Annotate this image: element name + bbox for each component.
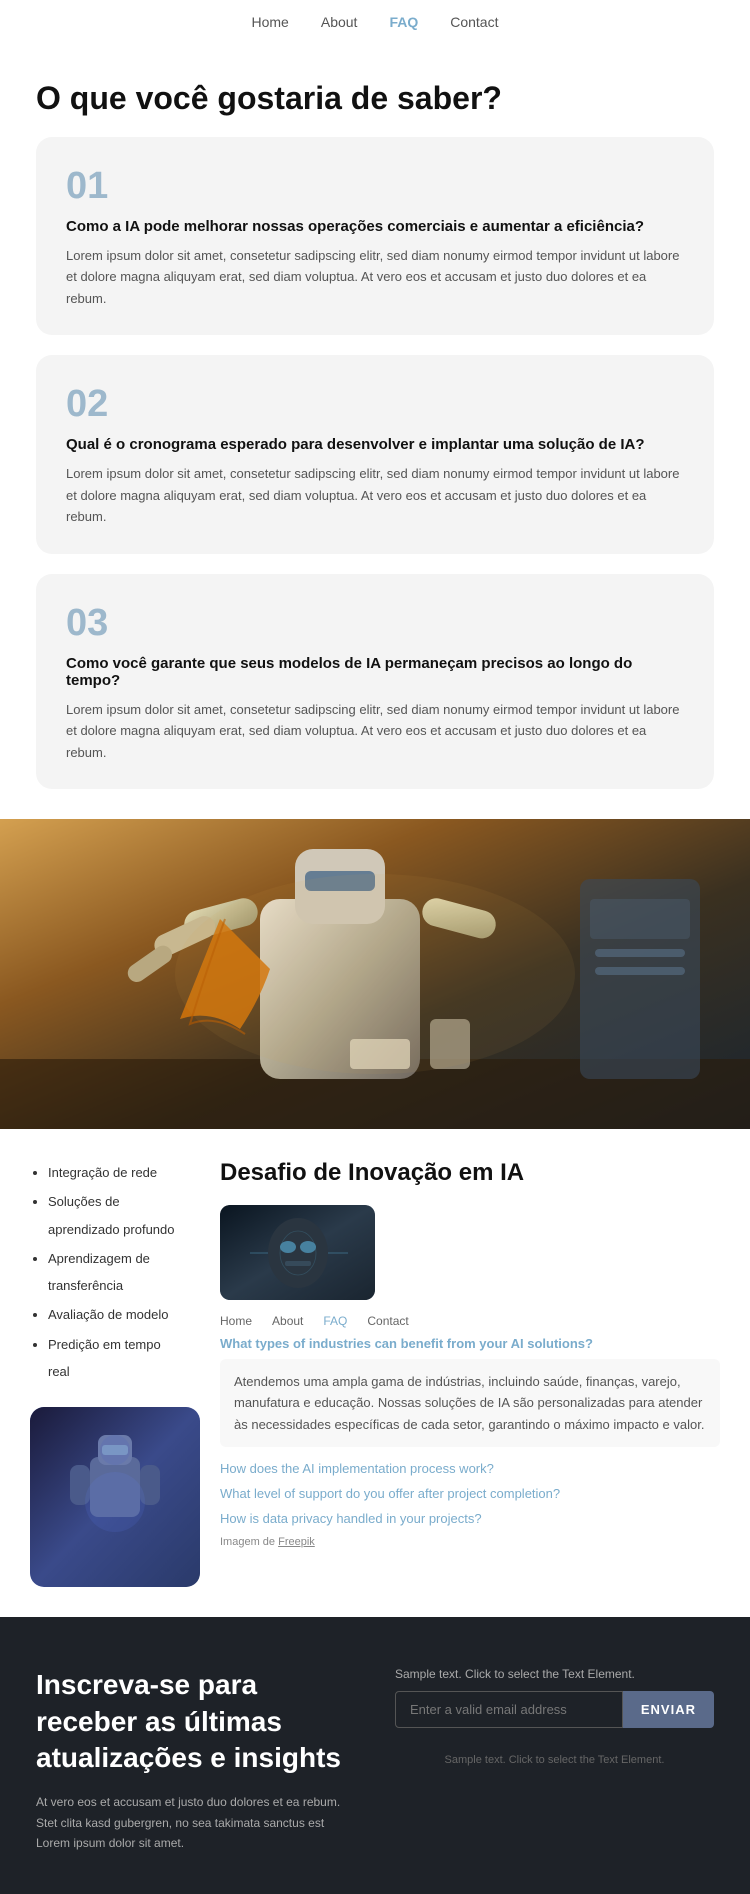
bullet-item-3: Aprendizagem de transferência xyxy=(48,1245,180,1300)
faq-question-1: Como a IA pode melhorar nossas operações… xyxy=(66,218,684,235)
nav-about[interactable]: About xyxy=(321,14,358,30)
freepik-link[interactable]: Freepik xyxy=(278,1536,315,1548)
mini-nav-home[interactable]: Home xyxy=(220,1314,252,1328)
inline-faq-open-answer: Atendemos uma ampla gama de indústrias, … xyxy=(220,1359,720,1447)
faq-answer-1: Lorem ipsum dolor sit amet, consetetur s… xyxy=(66,245,684,309)
image-credit: Imagem de Freepik xyxy=(220,1536,720,1548)
bullet-item-2: Soluções de aprendizado profundo xyxy=(48,1188,180,1243)
faq-number-3: 03 xyxy=(66,602,684,645)
newsletter-left: Inscreva-se para receber as últimas atua… xyxy=(36,1667,355,1853)
faq-card-2[interactable]: 02 Qual é o cronograma esperado para des… xyxy=(36,355,714,553)
faq-number-1: 01 xyxy=(66,165,684,208)
faq-answer-3: Lorem ipsum dolor sit amet, consetetur s… xyxy=(66,699,684,763)
email-row: ENVIAR xyxy=(395,1691,714,1728)
inline-faq-closed-1[interactable]: How does the AI implementation process w… xyxy=(220,1461,720,1476)
faq-title-section: O que você gostaria de saber? xyxy=(0,44,750,137)
inline-faq-open-question[interactable]: What types of industries can benefit fro… xyxy=(220,1336,720,1351)
main-nav: Home About FAQ Contact xyxy=(0,0,750,44)
faq-question-2: Qual é o cronograma esperado para desenv… xyxy=(66,436,684,453)
feature-bullet-list: Integração de rede Soluções de aprendiza… xyxy=(30,1159,180,1387)
ai-face-image xyxy=(220,1205,375,1300)
newsletter-right: Sample text. Click to select the Text El… xyxy=(395,1667,714,1766)
sample-text-bottom: Sample text. Click to select the Text El… xyxy=(395,1746,714,1766)
faq-main-title: O que você gostaria de saber? xyxy=(36,80,714,117)
faq-question-3: Como você garante que seus modelos de IA… xyxy=(66,655,684,689)
nav-home[interactable]: Home xyxy=(252,14,289,30)
faq-answer-2: Lorem ipsum dolor sit amet, consetetur s… xyxy=(66,463,684,527)
bullet-item-1: Integração de rede xyxy=(48,1159,180,1186)
inline-faq-closed-3[interactable]: How is data privacy handled in your proj… xyxy=(220,1511,720,1526)
small-robot-image xyxy=(30,1407,200,1587)
innovation-title: Desafio de Inovação em IA xyxy=(220,1159,720,1187)
mini-nav-contact[interactable]: Contact xyxy=(367,1314,408,1328)
faq-card-1[interactable]: 01 Como a IA pode melhorar nossas operaç… xyxy=(36,137,714,335)
newsletter-body: At vero eos et accusam et justo duo dolo… xyxy=(36,1792,355,1853)
innovation-section: Integração de rede Soluções de aprendiza… xyxy=(0,1129,750,1617)
sample-text-top: Sample text. Click to select the Text El… xyxy=(395,1667,714,1681)
enviar-button[interactable]: ENVIAR xyxy=(623,1691,714,1728)
innovation-right-panel: Desafio de Inovação em IA xyxy=(200,1129,750,1617)
innovation-left-panel: Integração de rede Soluções de aprendiza… xyxy=(0,1129,200,1617)
newsletter-section: Inscreva-se para receber as últimas atua… xyxy=(0,1617,750,1893)
faq-number-2: 02 xyxy=(66,383,684,426)
mini-nav-faq[interactable]: FAQ xyxy=(323,1314,347,1328)
bullet-item-5: Predição em tempo real xyxy=(48,1331,180,1386)
bullet-item-4: Avaliação de modelo xyxy=(48,1301,180,1328)
email-input[interactable] xyxy=(395,1691,623,1728)
newsletter-title: Inscreva-se para receber as últimas atua… xyxy=(36,1667,355,1776)
inline-faq-closed-2[interactable]: What level of support do you offer after… xyxy=(220,1486,720,1501)
mini-nav: Home About FAQ Contact xyxy=(220,1314,720,1328)
faq-cards-section: 01 Como a IA pode melhorar nossas operaç… xyxy=(0,137,750,819)
nav-contact[interactable]: Contact xyxy=(450,14,498,30)
mini-nav-about[interactable]: About xyxy=(272,1314,303,1328)
nav-faq[interactable]: FAQ xyxy=(389,14,418,30)
faq-card-3[interactable]: 03 Como você garante que seus modelos de… xyxy=(36,574,714,789)
robot-hero-image xyxy=(0,819,750,1129)
robot-hero-svg xyxy=(0,819,750,1129)
